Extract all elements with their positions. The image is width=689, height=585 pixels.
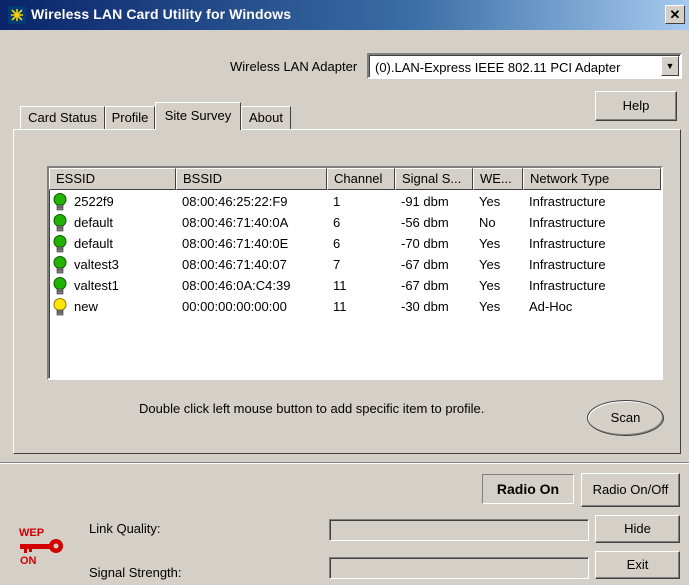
column-channel[interactable]: Channel bbox=[327, 168, 395, 190]
title-bar[interactable]: Wireless LAN Card Utility for Windows ✕ bbox=[0, 0, 689, 30]
cell-channel: 7 bbox=[333, 257, 341, 272]
tab-site-survey[interactable]: Site Survey bbox=[155, 102, 241, 130]
cell-bssid: 08:00:46:25:22:F9 bbox=[182, 194, 288, 209]
tab-profile[interactable]: Profile bbox=[105, 106, 155, 130]
cell-bssid: 08:00:46:71:40:07 bbox=[182, 257, 287, 272]
scan-button[interactable]: Scan bbox=[587, 400, 664, 436]
link-quality-bar bbox=[329, 519, 589, 541]
wep-badge-top: WEP bbox=[19, 527, 45, 539]
list-header: ESSID BSSID Channel Signal S... WE... Ne… bbox=[49, 168, 661, 190]
cell-essid: default bbox=[74, 215, 114, 230]
cell-channel: 1 bbox=[333, 194, 341, 209]
column-essid[interactable]: ESSID bbox=[49, 168, 176, 190]
cell-wep: Yes bbox=[479, 194, 501, 209]
adapter-label: Wireless LAN Adapter bbox=[230, 59, 358, 74]
column-network-type[interactable]: Network Type bbox=[523, 168, 661, 190]
exit-button[interactable]: Exit bbox=[595, 551, 680, 579]
bulb-icon bbox=[53, 298, 67, 316]
divider bbox=[0, 462, 689, 464]
main-window: Wireless LAN Card Utility for Windows ✕ … bbox=[0, 0, 689, 585]
cell-channel: 6 bbox=[333, 215, 341, 230]
survey-hint: Double click left mouse button to add sp… bbox=[139, 401, 485, 416]
adapter-value: (0).LAN-Express IEEE 802.11 PCI Adapter bbox=[375, 60, 621, 75]
column-wep[interactable]: WE... bbox=[473, 168, 523, 190]
help-button[interactable]: Help bbox=[595, 91, 677, 121]
window-title: Wireless LAN Card Utility for Windows bbox=[31, 6, 292, 22]
cell-essid: new bbox=[74, 299, 98, 314]
cell-signal: -56 dbm bbox=[401, 215, 449, 230]
cell-signal: -70 dbm bbox=[401, 236, 449, 251]
cell-wep: Yes bbox=[479, 278, 501, 293]
cell-network-type: Ad-Hoc bbox=[529, 299, 573, 314]
table-row[interactable]: valtest1 08:00:46:0A:C4:39 11 -67 dbm Ye… bbox=[49, 276, 661, 297]
cell-network-type: Infrastructure bbox=[529, 257, 606, 272]
bulb-icon bbox=[53, 193, 67, 211]
table-row[interactable]: default 08:00:46:71:40:0E 6 -70 dbm Yes … bbox=[49, 234, 661, 255]
cell-network-type: Infrastructure bbox=[529, 278, 606, 293]
signal-strength-bar bbox=[329, 557, 589, 579]
cell-channel: 6 bbox=[333, 236, 341, 251]
hide-button[interactable]: Hide bbox=[595, 515, 680, 543]
tab-about[interactable]: About bbox=[241, 106, 291, 130]
cell-wep: Yes bbox=[479, 236, 501, 251]
cell-essid: default bbox=[74, 236, 114, 251]
bulb-icon bbox=[53, 214, 67, 232]
tab-card-status[interactable]: Card Status bbox=[20, 106, 105, 130]
cell-network-type: Infrastructure bbox=[529, 236, 606, 251]
cell-signal: -91 dbm bbox=[401, 194, 449, 209]
chevron-down-icon[interactable]: ▼ bbox=[661, 56, 679, 76]
cell-bssid: 08:00:46:0A:C4:39 bbox=[182, 278, 291, 293]
cell-signal: -30 dbm bbox=[401, 299, 449, 314]
table-row[interactable]: valtest3 08:00:46:71:40:07 7 -67 dbm Yes… bbox=[49, 255, 661, 276]
cell-essid: valtest1 bbox=[74, 278, 119, 293]
cell-wep: No bbox=[479, 215, 496, 230]
cell-essid: 2522f9 bbox=[74, 194, 114, 209]
bulb-icon bbox=[53, 256, 67, 274]
radio-toggle-button[interactable]: Radio On/Off bbox=[581, 473, 680, 507]
bulb-icon bbox=[53, 235, 67, 253]
cell-wep: Yes bbox=[479, 299, 501, 314]
cell-channel: 11 bbox=[333, 278, 347, 293]
column-signal[interactable]: Signal S... bbox=[395, 168, 473, 190]
table-row[interactable]: 2522f9 08:00:46:25:22:F9 1 -91 dbm Yes I… bbox=[49, 192, 661, 213]
cell-bssid: 00:00:00:00:00:00 bbox=[182, 299, 287, 314]
bulb-icon bbox=[53, 277, 67, 295]
cell-channel: 11 bbox=[333, 299, 347, 314]
adapter-select[interactable]: (0).LAN-Express IEEE 802.11 PCI Adapter … bbox=[367, 53, 682, 79]
link-quality-label: Link Quality: bbox=[89, 521, 161, 536]
column-bssid[interactable]: BSSID bbox=[176, 168, 327, 190]
cell-network-type: Infrastructure bbox=[529, 215, 606, 230]
app-icon bbox=[8, 6, 26, 24]
cell-wep: Yes bbox=[479, 257, 501, 272]
cell-network-type: Infrastructure bbox=[529, 194, 606, 209]
cell-essid: valtest3 bbox=[74, 257, 119, 272]
wep-badge-bottom: ON bbox=[20, 555, 37, 567]
site-survey-list[interactable]: ESSID BSSID Channel Signal S... WE... Ne… bbox=[47, 166, 663, 380]
cell-signal: -67 dbm bbox=[401, 278, 449, 293]
signal-strength-label: Signal Strength: bbox=[89, 565, 182, 580]
table-row[interactable]: default 08:00:46:71:40:0A 6 -56 dbm No I… bbox=[49, 213, 661, 234]
cell-bssid: 08:00:46:71:40:0A bbox=[182, 215, 289, 230]
radio-status: Radio On bbox=[482, 474, 574, 504]
cell-bssid: 08:00:46:71:40:0E bbox=[182, 236, 289, 251]
cell-signal: -67 dbm bbox=[401, 257, 449, 272]
table-row[interactable]: new 00:00:00:00:00:00 11 -30 dbm Yes Ad-… bbox=[49, 297, 661, 318]
close-button[interactable]: ✕ bbox=[665, 5, 685, 24]
